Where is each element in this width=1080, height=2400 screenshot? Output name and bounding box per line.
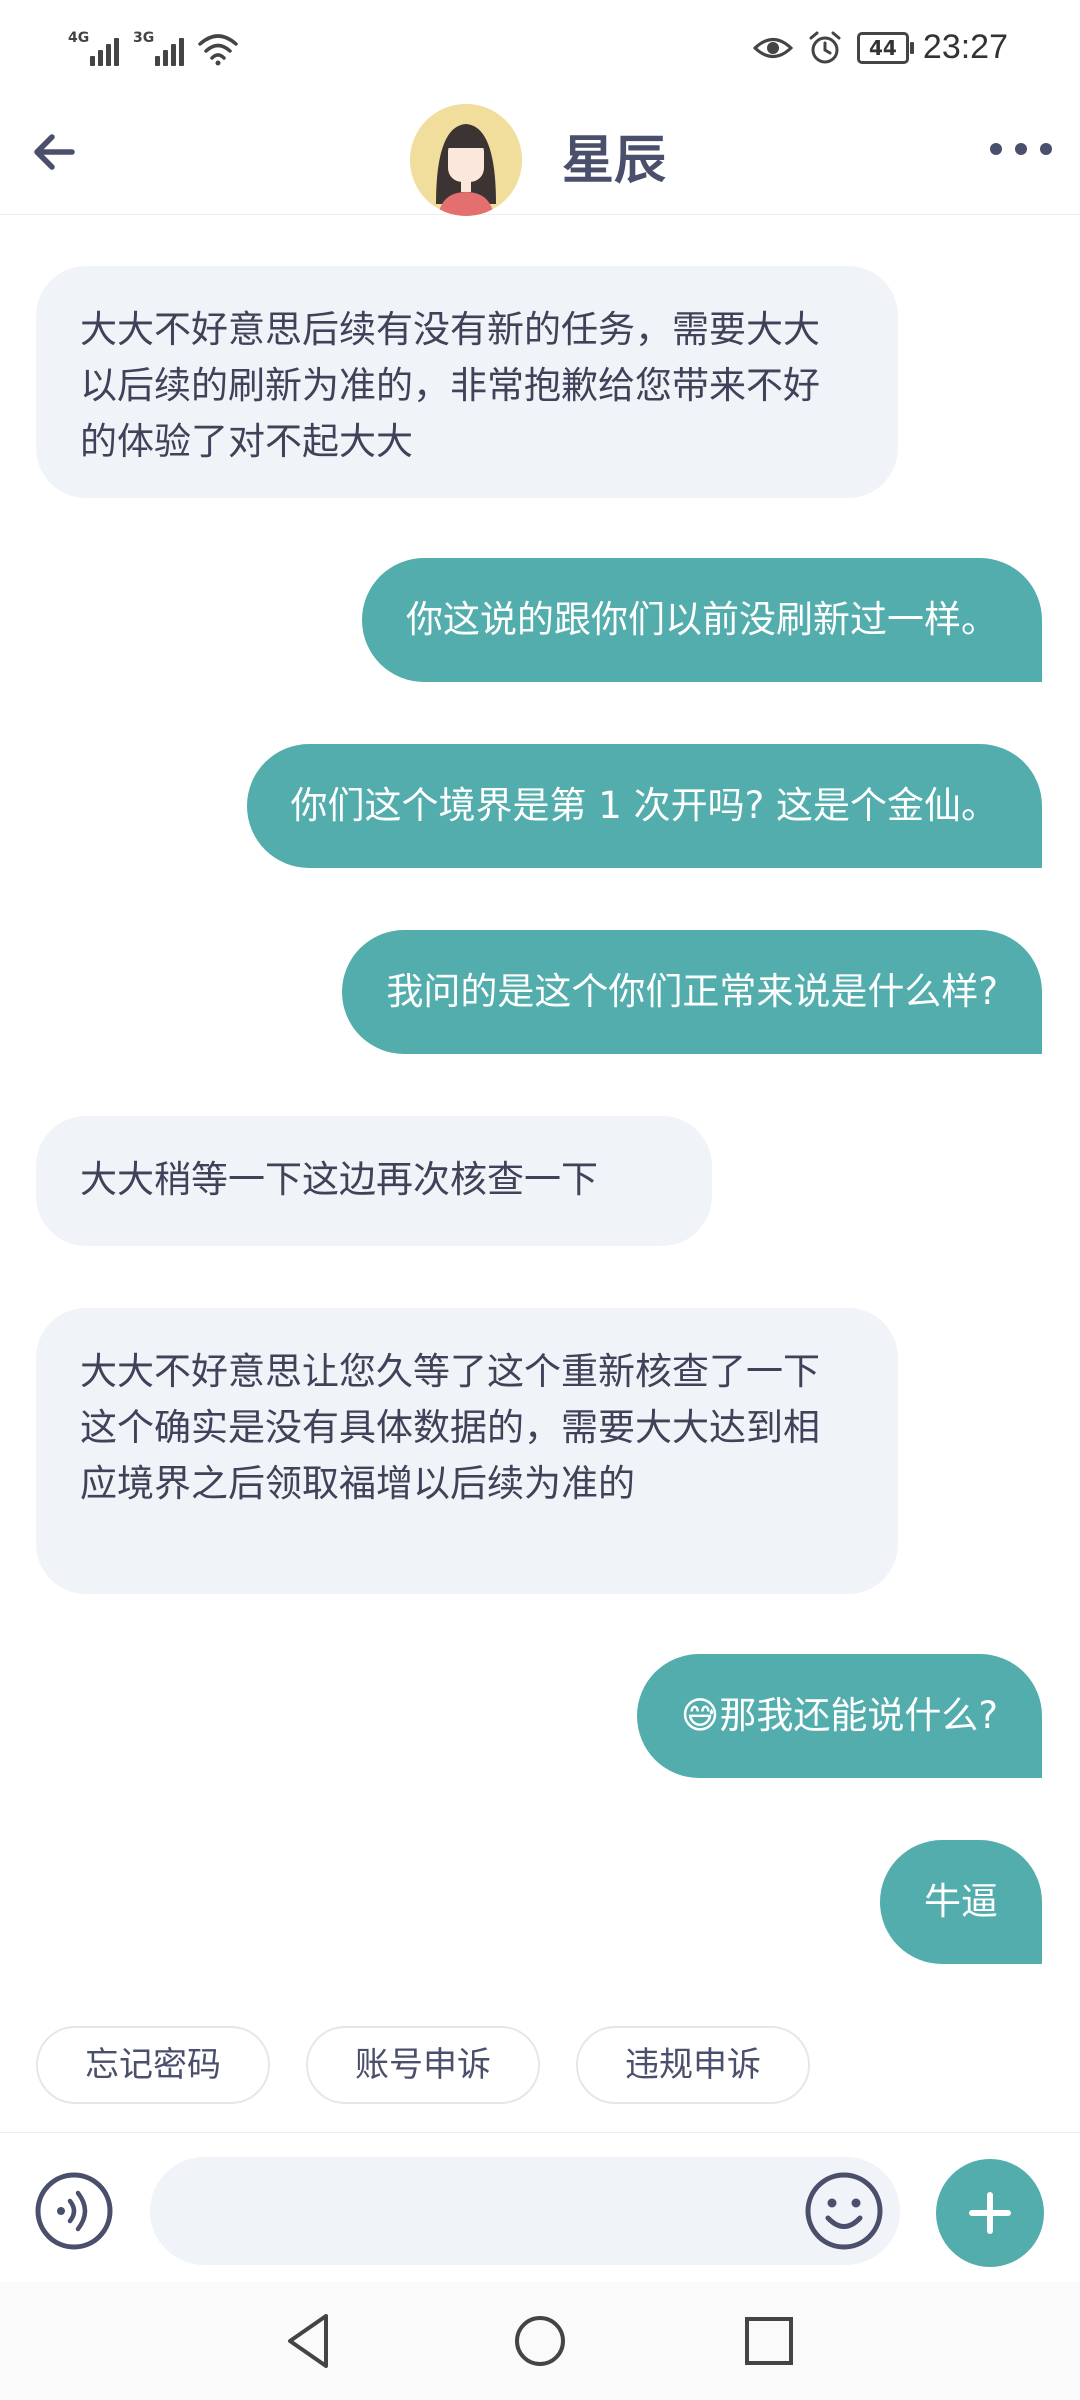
incoming-message-bubble[interactable]: 大大不好意思后续有没有新的任务，需要大大以后续的刷新为准的，非常抱歉给您带来不好… bbox=[36, 266, 898, 498]
cell-signal-icon: 3G bbox=[133, 30, 184, 66]
network-type-label: 3G bbox=[133, 30, 155, 46]
status-time: 23:27 bbox=[922, 28, 1008, 66]
avatar-illustration bbox=[410, 104, 522, 216]
outgoing-message-bubble[interactable]: 我问的是这个你们正常来说是什么样? bbox=[342, 930, 1042, 1054]
quick-reply-chip[interactable]: 忘记密码 bbox=[36, 2026, 270, 2104]
system-nav-bar bbox=[0, 2282, 1080, 2400]
eye-icon bbox=[752, 37, 793, 58]
chat-title: 星辰 bbox=[562, 131, 667, 191]
nav-back-icon[interactable] bbox=[274, 2306, 344, 2376]
outgoing-message-bubble[interactable]: 你们这个境界是第 1 次开吗? 这是个金仙。 bbox=[246, 744, 1042, 868]
cell-signal-icon: 4G bbox=[68, 30, 119, 66]
emoji-button[interactable] bbox=[804, 2171, 884, 2251]
back-button[interactable] bbox=[24, 122, 84, 182]
wifi-icon bbox=[198, 34, 238, 66]
status-bar: 4G 3G 44 23:27 bbox=[0, 0, 1080, 100]
chat-header: 星辰 bbox=[0, 100, 1080, 216]
outgoing-message-bubble[interactable]: 😅那我还能说什么? bbox=[636, 1654, 1042, 1778]
more-options-button[interactable] bbox=[986, 134, 1056, 164]
input-bar bbox=[0, 2132, 1080, 2283]
voice-input-button[interactable] bbox=[34, 2171, 114, 2251]
alarm-icon bbox=[809, 31, 841, 63]
nav-recents-icon[interactable] bbox=[734, 2306, 804, 2376]
status-right: 44 23:27 bbox=[752, 28, 1008, 67]
network-type-label: 4G bbox=[68, 30, 90, 46]
outgoing-message-bubble[interactable]: 牛逼 bbox=[880, 1840, 1042, 1964]
nav-home-icon[interactable] bbox=[505, 2306, 575, 2376]
outgoing-message-bubble[interactable]: 你这说的跟你们以前没刷新过一样。 bbox=[362, 558, 1042, 682]
incoming-message-bubble[interactable]: 大大稍等一下这边再次核查一下 bbox=[36, 1116, 712, 1246]
message-input[interactable] bbox=[150, 2157, 900, 2265]
quick-reply-chip[interactable]: 账号申诉 bbox=[306, 2026, 540, 2104]
chat-screen: 4G 3G 44 23:27 星辰 大大不好意思后续有没有新的任务，需要大大以后… bbox=[0, 0, 1080, 2400]
incoming-message-bubble[interactable]: 大大不好意思让您久等了这个重新核查了一下这个确实是没有具体数据的，需要大大达到相… bbox=[36, 1308, 898, 1594]
quick-reply-chip[interactable]: 违规申诉 bbox=[576, 2026, 810, 2104]
avatar[interactable] bbox=[410, 104, 522, 216]
plus-button[interactable] bbox=[936, 2159, 1044, 2267]
plus-icon bbox=[969, 2192, 1011, 2234]
status-left: 4G 3G bbox=[68, 30, 238, 66]
battery-icon: 44 bbox=[856, 31, 914, 64]
